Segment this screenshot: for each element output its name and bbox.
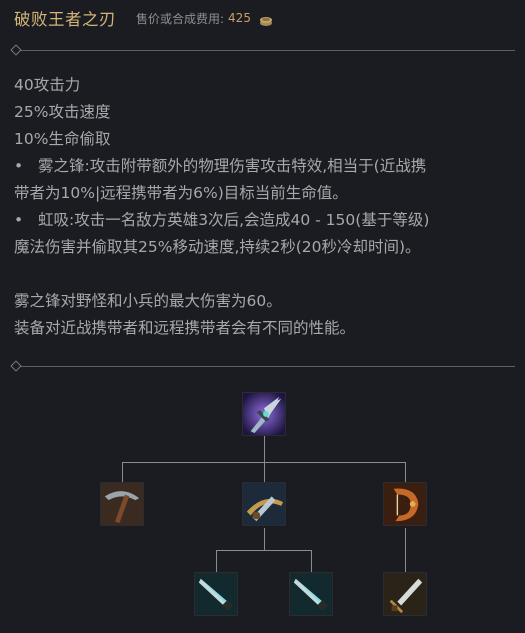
recurve-bow-icon[interactable] bbox=[383, 482, 427, 526]
dagger-icon[interactable] bbox=[383, 572, 427, 616]
item-header: 破败王者之刃 售价或合成费用: 425 bbox=[14, 6, 273, 30]
stat-attack-speed: 25%攻击速度 bbox=[14, 103, 111, 121]
note-melee-ranged: 装备对近战携带者和远程携带者会有不同的性能。 bbox=[14, 319, 356, 337]
divider-top bbox=[10, 44, 515, 56]
bullet-icon: • bbox=[14, 157, 24, 175]
bilgewater-cutlass-icon[interactable] bbox=[242, 482, 286, 526]
price-value: 425 bbox=[228, 11, 251, 25]
passive-text-cont: 魔法伤害并偷取其25%移动速度,持续2秒(20秒冷却时间)。 bbox=[14, 238, 421, 256]
gold-coin-icon bbox=[259, 12, 273, 26]
passive-text: 雾之锋:攻击附带额外的物理伤害攻击特效,相当于(近战携 bbox=[38, 157, 427, 175]
passive-siphon: • 虹吸:攻击一名敌方英雄3次后,会造成40 - 150(基于等级) bbox=[14, 207, 514, 234]
divider-bottom bbox=[10, 360, 515, 372]
item-name: 破败王者之刃 bbox=[14, 10, 116, 29]
long-sword-icon[interactable] bbox=[194, 572, 238, 616]
note-max-damage: 雾之锋对野怪和小兵的最大伤害为60。 bbox=[14, 292, 282, 310]
item-description: 40攻击力 25%攻击速度 10%生命偷取 • 雾之锋:攻击附带额外的物理伤害攻… bbox=[14, 72, 514, 342]
blade-of-ruined-king-icon[interactable] bbox=[242, 392, 286, 436]
stat-attack-damage: 40攻击力 bbox=[14, 76, 81, 94]
passive-text: 虹吸:攻击一名敌方英雄3次后,会造成40 - 150(基于等级) bbox=[38, 211, 430, 229]
bullet-icon: • bbox=[14, 211, 24, 229]
diamond-icon bbox=[10, 44, 22, 56]
pickaxe-icon[interactable] bbox=[100, 482, 144, 526]
price-label: 售价或合成费用: bbox=[136, 11, 225, 26]
passive-text-cont: 带者为10%|远程携带者为6%)目标当前生命值。 bbox=[14, 184, 348, 202]
stat-life-steal: 10%生命偷取 bbox=[14, 130, 111, 148]
build-tree bbox=[0, 380, 525, 633]
passive-mist-edge: • 雾之锋:攻击附带额外的物理伤害攻击特效,相当于(近战携 bbox=[14, 153, 514, 180]
long-sword-icon[interactable] bbox=[289, 572, 333, 616]
diamond-icon bbox=[10, 360, 22, 372]
